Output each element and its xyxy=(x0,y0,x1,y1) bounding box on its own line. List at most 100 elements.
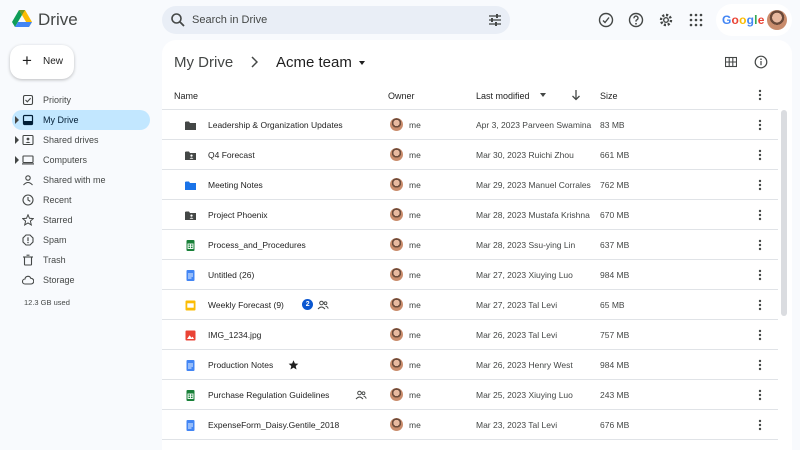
sidebar-item-label: Priority xyxy=(43,95,72,105)
search-icon[interactable] xyxy=(170,12,186,28)
owner-avatar xyxy=(390,148,403,161)
last-modified: Mar 26, 2023 Tal Levi xyxy=(476,330,558,340)
sidebar-item-shared-drives[interactable]: Shared drives xyxy=(12,130,150,150)
sidebar-item-label: Recent xyxy=(43,195,72,205)
more-vert-icon[interactable] xyxy=(758,359,762,371)
account-switcher[interactable]: Google xyxy=(716,4,792,36)
docs-icon xyxy=(186,360,195,371)
sidebar-item-priority[interactable]: Priority xyxy=(12,90,150,110)
owner-name: me xyxy=(409,390,421,400)
ready-for-offline-icon[interactable] xyxy=(598,12,614,28)
comment-count-badge[interactable]: 2 xyxy=(302,299,314,310)
more-vert-icon[interactable] xyxy=(758,89,762,101)
app-name[interactable]: Drive xyxy=(38,10,78,30)
file-name[interactable]: IMG_1234.jpg xyxy=(208,330,261,340)
more-vert-icon[interactable] xyxy=(758,389,762,401)
breadcrumb-my-drive[interactable]: My Drive xyxy=(174,54,233,71)
owner-avatar xyxy=(390,118,403,131)
more-vert-icon[interactable] xyxy=(758,239,762,251)
file-name[interactable]: Process_and_Procedures xyxy=(208,240,306,250)
help-icon[interactable] xyxy=(628,12,644,28)
expand-caret-icon[interactable] xyxy=(15,116,19,124)
file-size: 65 MB xyxy=(600,300,625,310)
shared-people-icon xyxy=(355,390,367,400)
account-avatar[interactable] xyxy=(767,10,787,30)
table-row[interactable]: Untitled (26) me Mar 27, 2023 Xiuying Luo 9… xyxy=(162,260,778,290)
info-icon[interactable] xyxy=(754,55,768,69)
expand-caret-icon[interactable] xyxy=(15,156,19,164)
file-name[interactable]: Meeting Notes xyxy=(208,180,263,190)
sidebar-item-label: Spam xyxy=(43,235,67,245)
grid-view-icon[interactable] xyxy=(725,56,737,68)
settings-gear-icon[interactable] xyxy=(658,12,674,28)
sidebar-item-label: Starred xyxy=(43,215,73,225)
more-vert-icon[interactable] xyxy=(758,269,762,281)
file-name[interactable]: Project Phoenix xyxy=(208,210,268,220)
last-modified: Mar 28, 2023 Mustafa Krishna xyxy=(476,210,590,220)
new-button[interactable]: + New xyxy=(10,45,74,79)
sidebar-item-storage[interactable]: Storage xyxy=(12,270,150,290)
sidebar-item-spam[interactable]: Spam xyxy=(12,230,150,250)
search-bar[interactable] xyxy=(162,6,510,34)
file-size: 661 MB xyxy=(600,150,630,160)
file-name[interactable]: ExpenseForm_Daisy.Gentile_2018 xyxy=(208,420,339,430)
more-vert-icon[interactable] xyxy=(758,179,762,191)
google-logo: Google xyxy=(722,13,765,27)
file-size: 757 MB xyxy=(600,330,630,340)
owner-avatar xyxy=(390,208,403,221)
more-vert-icon[interactable] xyxy=(758,299,762,311)
last-modified: Mar 27, 2023 Xiuying Luo xyxy=(476,270,573,280)
sort-menu-dropdown-icon[interactable] xyxy=(540,93,546,98)
sidebar-item-label: Trash xyxy=(43,255,66,265)
file-name[interactable]: Production Notes xyxy=(208,360,273,370)
computer-icon xyxy=(22,155,34,165)
my-drive-icon xyxy=(22,114,34,126)
last-modified: Mar 29, 2023 Manuel Corrales xyxy=(476,180,591,190)
owner-name: me xyxy=(409,210,421,220)
column-header-name[interactable]: Name xyxy=(174,91,198,101)
table-row[interactable]: IMG_1234.jpg me Mar 26, 2023 Tal Levi 757 M… xyxy=(162,320,778,350)
more-vert-icon[interactable] xyxy=(758,149,762,161)
column-header-owner[interactable]: Owner xyxy=(388,91,415,101)
more-vert-icon[interactable] xyxy=(758,329,762,341)
table-row[interactable]: Weekly Forecast (9) 2 me Mar 27, 2023 Tal L… xyxy=(162,290,778,320)
apps-grid-icon[interactable] xyxy=(688,12,704,28)
drive-logo-icon[interactable] xyxy=(12,9,32,29)
file-name[interactable]: Q4 Forecast xyxy=(208,150,255,160)
table-row[interactable]: Purchase Regulation Guidelines me Mar 25, … xyxy=(162,380,778,410)
owner-name: me xyxy=(409,150,421,160)
table-row[interactable]: Project Phoenix me Mar 28, 2023 Mustafa Kr… xyxy=(162,200,778,230)
table-row[interactable]: Production Notes me Mar 26, 2023 Henry Wes… xyxy=(162,350,778,380)
sidebar-item-recent[interactable]: Recent xyxy=(12,190,150,210)
search-filter-icon[interactable] xyxy=(488,13,502,27)
shared-folder-icon xyxy=(185,151,196,160)
column-header-last-modified[interactable]: Last modified xyxy=(476,91,530,101)
more-vert-icon[interactable] xyxy=(758,209,762,221)
table-row[interactable]: Process_and_Procedures me Mar 28, 2023 Ssu… xyxy=(162,230,778,260)
sidebar-item-computers[interactable]: Computers xyxy=(12,150,150,170)
sidebar-item-trash[interactable]: Trash xyxy=(12,250,150,270)
table-row[interactable]: Meeting Notes me Mar 29, 2023 Manuel Corra… xyxy=(162,170,778,200)
search-input[interactable] xyxy=(192,10,472,30)
more-vert-icon[interactable] xyxy=(758,119,762,131)
table-row[interactable]: Q4 Forecast me Mar 30, 2023 Ruichi Zhou 661… xyxy=(162,140,778,170)
image-icon xyxy=(185,330,196,341)
file-name[interactable]: Purchase Regulation Guidelines xyxy=(208,390,329,400)
breadcrumb-current-folder[interactable]: Acme team xyxy=(276,54,352,71)
sidebar-item-shared-with-me[interactable]: Shared with me xyxy=(12,170,150,190)
sidebar-item-starred[interactable]: Starred xyxy=(12,210,150,230)
sidebar-item-label: Storage xyxy=(43,275,75,285)
scrollbar[interactable] xyxy=(781,110,787,316)
table-row[interactable]: ExpenseForm_Daisy.Gentile_2018 me Mar 23, … xyxy=(162,410,778,440)
file-name[interactable]: Untitled (26) xyxy=(208,270,254,280)
sort-direction-arrow-icon[interactable] xyxy=(571,89,581,101)
file-name[interactable]: Weekly Forecast (9) xyxy=(208,300,284,310)
last-modified: Mar 30, 2023 Ruichi Zhou xyxy=(476,150,574,160)
sidebar-item-my-drive[interactable]: My Drive xyxy=(12,110,150,130)
file-name[interactable]: Leadership & Organization Updates xyxy=(208,120,343,130)
expand-caret-icon[interactable] xyxy=(15,136,19,144)
more-vert-icon[interactable] xyxy=(758,419,762,431)
table-row[interactable]: Leadership & Organization Updates me Apr 3… xyxy=(162,110,778,140)
column-header-size[interactable]: Size xyxy=(600,91,618,101)
dropdown-arrow-icon[interactable] xyxy=(358,60,366,66)
